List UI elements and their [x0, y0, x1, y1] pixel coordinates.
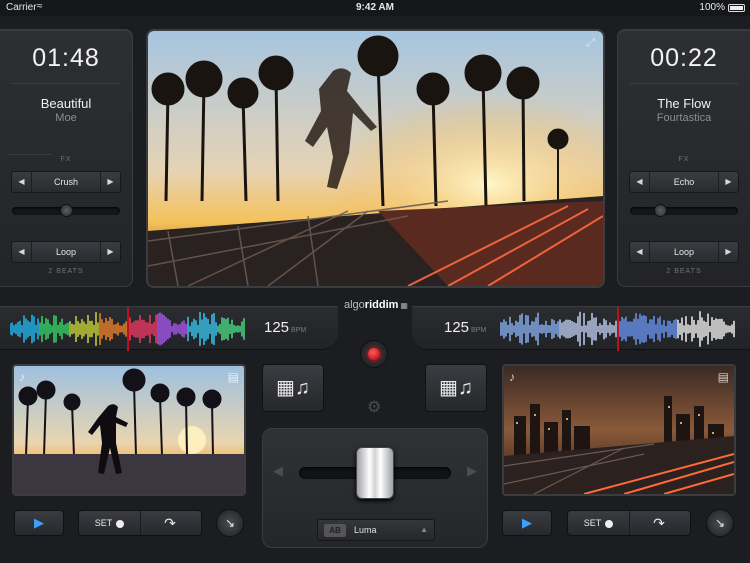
left-fx-name: Crush: [53, 177, 78, 187]
scratch-icon: ↘: [714, 516, 726, 530]
right-track-artist: Fourtastica: [656, 112, 712, 124]
record-button[interactable]: [360, 340, 388, 368]
right-fx-name: Echo: [673, 177, 695, 187]
film-icon: ▤: [227, 370, 239, 384]
right-fx-selector[interactable]: ◀ Echo ▶: [629, 171, 739, 193]
left-fx-prev-button[interactable]: ◀: [12, 172, 32, 192]
left-set-cue-button[interactable]: SET: [79, 511, 141, 535]
right-fx-prev-button[interactable]: ◀: [630, 172, 650, 192]
left-video-image: [14, 366, 244, 494]
right-deck-panel: 00:22 The Flow Fourtastica FX ◀ Echo ▶ ◀…: [617, 29, 750, 287]
transition-name: Luma: [354, 525, 377, 535]
gear-icon[interactable]: ⚙: [367, 397, 381, 417]
right-track-title: The Flow: [657, 96, 711, 111]
left-bpm-value: 125: [264, 319, 290, 336]
right-loop-next-button[interactable]: ▶: [718, 242, 738, 262]
left-loop-prev-button[interactable]: ◀: [12, 242, 32, 262]
right-loop-selector[interactable]: ◀ Loop ▶: [629, 241, 739, 263]
right-scratch-button[interactable]: ↘: [706, 509, 734, 537]
left-play-button[interactable]: ▶: [14, 510, 64, 536]
right-fx-next-button[interactable]: ▶: [718, 172, 738, 192]
left-deck-panel: 01:48 Beautiful Moe FX ◀ Crush ▶ ◀ Loop …: [0, 29, 133, 287]
grid-icon: ▦: [400, 301, 408, 310]
battery-percent: 100%: [699, 2, 725, 13]
right-bpm-value: 125: [444, 319, 470, 336]
divider: [12, 83, 120, 84]
play-icon: ▶: [522, 515, 532, 530]
right-fx-slider[interactable]: [630, 204, 738, 217]
music-note-icon: ♪: [19, 370, 25, 384]
ab-icon: AB: [324, 524, 346, 537]
set-label: SET: [94, 518, 113, 528]
status-bar: Carrier ≈ 9:42 AM 100%: [0, 0, 750, 16]
film-icon: ▤: [717, 370, 729, 384]
crossfader-left-arrow-icon[interactable]: ◀: [273, 463, 283, 479]
left-loop-name: Loop: [55, 247, 77, 257]
left-fx-next-button[interactable]: ▶: [100, 172, 120, 192]
left-scratch-button[interactable]: ↘: [216, 509, 244, 537]
left-track-artist: Moe: [55, 112, 77, 124]
play-icon: ▶: [34, 515, 44, 530]
right-video-image: [504, 366, 734, 494]
left-video-thumbnail[interactable]: ♪ ▤: [12, 364, 246, 496]
music-note-icon: ♪: [509, 370, 515, 384]
left-cue-group: SET ↷: [78, 510, 202, 536]
loop-arrow-icon: ↷: [164, 515, 176, 531]
right-set-cue-button[interactable]: SET: [568, 511, 630, 535]
set-label: SET: [583, 518, 602, 528]
left-loop-button[interactable]: ↷: [139, 511, 201, 535]
left-fx-slider-knob[interactable]: [60, 204, 73, 217]
dot-icon: [116, 519, 125, 528]
main-video-preview[interactable]: ⤢: [146, 29, 605, 288]
divider: [630, 83, 738, 84]
right-bpm-readout: 125 BPM: [444, 319, 486, 336]
right-loop-prev-button[interactable]: ◀: [630, 242, 650, 262]
left-loop-selector[interactable]: ◀ Loop ▶: [11, 241, 121, 263]
crossfader-right-arrow-icon[interactable]: ▶: [467, 463, 477, 479]
crossfader-panel: ◀ ▶ AB Luma ▲: [262, 428, 488, 548]
right-deck-time: 00:22: [650, 44, 718, 72]
left-bpm-unit: BPM: [291, 327, 307, 334]
right-waveform-strip[interactable]: 125 BPM: [412, 306, 750, 351]
right-loop-name: Loop: [673, 247, 695, 257]
brand-prefix: algo: [344, 299, 365, 311]
left-bpm-readout: 125 BPM: [264, 319, 306, 336]
left-fx-slider[interactable]: [12, 204, 120, 217]
right-video-thumbnail[interactable]: ♪ ▤: [502, 364, 736, 496]
film-music-icon: ▦♫: [276, 377, 310, 399]
loop-arrow-icon: ↷: [653, 515, 665, 531]
left-fx-selector[interactable]: ◀ Crush ▶: [11, 171, 121, 193]
right-waveform[interactable]: [500, 307, 740, 351]
left-loop-next-button[interactable]: ▶: [100, 242, 120, 262]
right-bpm-unit: BPM: [471, 327, 487, 334]
expand-icon[interactable]: ⤢: [586, 37, 595, 50]
crossfader-handle[interactable]: [356, 447, 394, 499]
scratch-icon: ↘: [224, 516, 236, 530]
right-loop-button[interactable]: ↷: [628, 511, 690, 535]
right-media-library-button[interactable]: ▦♫: [425, 364, 487, 412]
left-fx-label: FX: [60, 156, 72, 163]
left-track-title: Beautiful: [40, 96, 92, 111]
film-music-icon: ▦♫: [439, 377, 473, 399]
divider: [8, 154, 52, 155]
right-fx-slider-knob[interactable]: [654, 204, 667, 217]
dot-icon: [605, 519, 614, 528]
left-waveform-strip[interactable]: 125 BPM: [0, 306, 338, 351]
left-deck-time: 01:48: [32, 44, 100, 72]
right-cue-group: SET ↷: [567, 510, 691, 536]
clock: 9:42 AM: [356, 2, 394, 13]
left-waveform[interactable]: [10, 307, 250, 351]
battery-icon: [728, 4, 745, 12]
main-video-image: [148, 31, 603, 286]
left-media-library-button[interactable]: ▦♫: [262, 364, 324, 412]
transition-selector[interactable]: AB Luma ▲: [317, 519, 435, 541]
brand-name: riddim: [364, 299, 399, 311]
brand-logo: algoriddim ▦: [337, 299, 415, 311]
right-fx-label: FX: [678, 156, 690, 163]
left-beats-label: 2 BEATS: [48, 268, 84, 275]
chevron-up-icon: ▲: [420, 525, 428, 534]
right-play-button[interactable]: ▶: [502, 510, 552, 536]
right-beats-label: 2 BEATS: [666, 268, 702, 275]
